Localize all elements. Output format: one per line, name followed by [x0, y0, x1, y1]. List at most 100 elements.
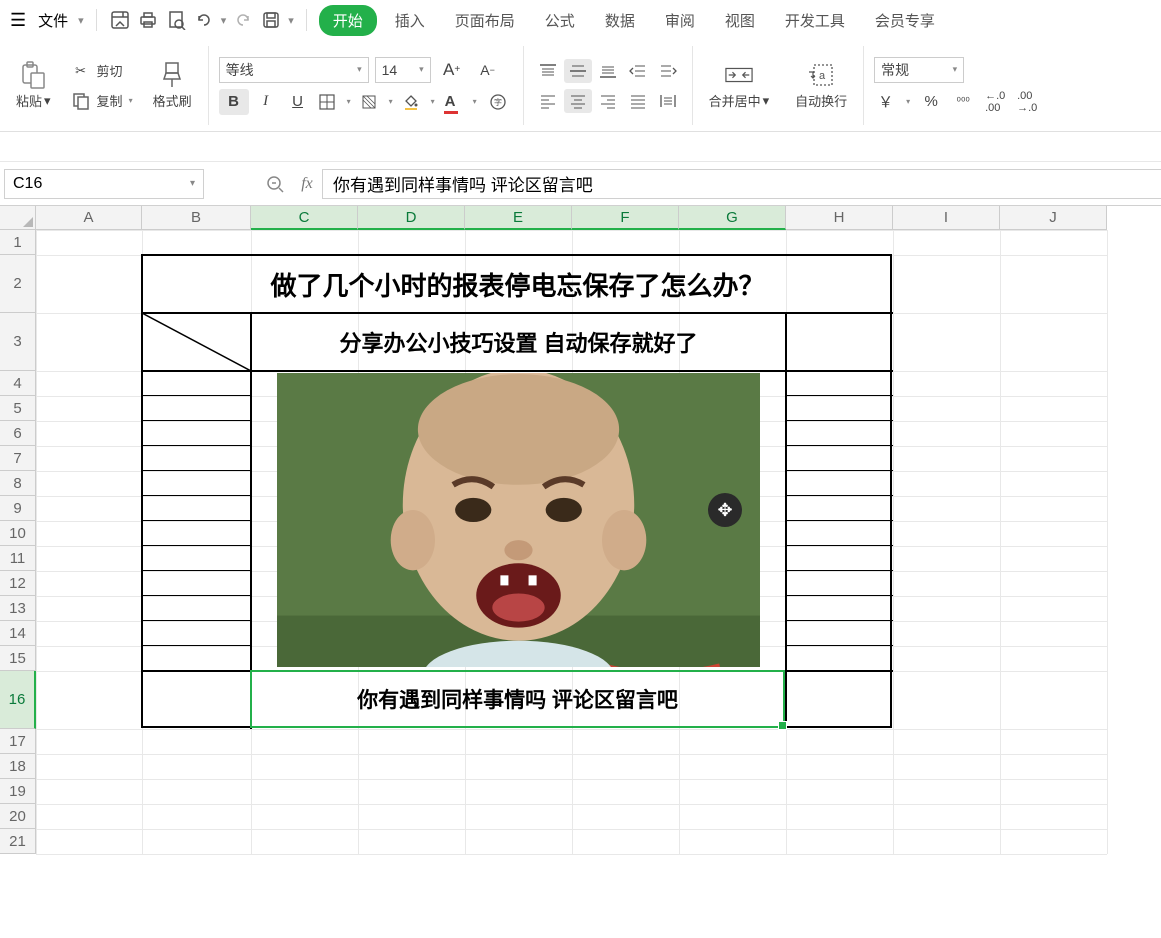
row-header-15[interactable]: 15	[0, 646, 36, 671]
tab-start[interactable]: 开始	[319, 5, 377, 36]
underline-button[interactable]: U	[283, 89, 313, 115]
hamburger-icon[interactable]: ☰	[8, 10, 28, 31]
row-header-9[interactable]: 9	[0, 496, 36, 521]
align-center-button[interactable]	[564, 89, 592, 113]
tab-review[interactable]: 审阅	[653, 5, 707, 36]
chevron-down-icon[interactable]: ▾	[221, 14, 227, 27]
name-box[interactable]: C16 ▾	[4, 169, 204, 199]
ribbon-merge: 合并居中▾ a 自动换行	[693, 40, 864, 131]
row-header-8[interactable]: 8	[0, 471, 36, 496]
font-color-button[interactable]: A▾	[441, 89, 481, 115]
row-header-19[interactable]: 19	[0, 779, 36, 804]
cut-button[interactable]: ✂剪切	[71, 61, 133, 81]
align-right-button[interactable]	[594, 89, 622, 113]
number-format-select[interactable]: 常规▾	[874, 57, 964, 83]
row-header-14[interactable]: 14	[0, 621, 36, 646]
decrease-indent-button[interactable]	[624, 59, 652, 83]
row-header-10[interactable]: 10	[0, 521, 36, 546]
percent-button[interactable]: %	[916, 89, 946, 115]
currency-button[interactable]: ￥▾	[874, 89, 914, 115]
row-header-2[interactable]: 2	[0, 255, 36, 313]
undo-icon[interactable]	[193, 9, 215, 31]
subtitle-cell[interactable]: 分享办公小技巧设置 自动保存就好了	[251, 313, 786, 371]
print-preview-icon[interactable]	[165, 9, 187, 31]
chevron-down-icon[interactable]: ▾	[190, 178, 195, 189]
justify-button[interactable]	[624, 89, 652, 113]
column-header-H[interactable]: H	[786, 206, 893, 230]
align-left-button[interactable]	[534, 89, 562, 113]
print-icon[interactable]	[137, 9, 159, 31]
chevron-down-icon: ▾	[431, 97, 435, 106]
file-menu[interactable]: 文件	[34, 10, 72, 31]
column-header-G[interactable]: G	[679, 206, 786, 230]
tab-vip[interactable]: 会员专享	[863, 5, 947, 36]
tab-view[interactable]: 视图	[713, 5, 767, 36]
font-family-select[interactable]: 等线▾	[219, 57, 369, 83]
row-header-6[interactable]: 6	[0, 421, 36, 446]
tab-data[interactable]: 数据	[593, 5, 647, 36]
paste-button[interactable]: 粘贴▾	[10, 57, 57, 114]
selected-cell[interactable]: 你有遇到同样事情吗 评论区留言吧	[250, 670, 785, 728]
row-header-4[interactable]: 4	[0, 371, 36, 396]
row-header-13[interactable]: 13	[0, 596, 36, 621]
wrap-text-button[interactable]: a 自动换行	[789, 57, 853, 114]
tab-layout[interactable]: 页面布局	[443, 5, 527, 36]
row-header-11[interactable]: 11	[0, 546, 36, 571]
fill-color-button[interactable]: ▾	[399, 89, 439, 115]
select-all-corner[interactable]	[0, 206, 36, 230]
redo-icon[interactable]	[232, 9, 254, 31]
embedded-image[interactable]: ✥	[277, 373, 760, 667]
column-header-J[interactable]: J	[1000, 206, 1107, 230]
tab-insert[interactable]: 插入	[383, 5, 437, 36]
column-header-I[interactable]: I	[893, 206, 1000, 230]
row-header-7[interactable]: 7	[0, 446, 36, 471]
fx-icon[interactable]: fx	[296, 173, 318, 195]
save-icon[interactable]	[109, 9, 131, 31]
column-header-E[interactable]: E	[465, 206, 572, 230]
row-header-5[interactable]: 5	[0, 396, 36, 421]
font-size-select[interactable]: 14▾	[375, 57, 431, 83]
font-family-value: 等线	[226, 60, 254, 80]
border-button[interactable]: ▾	[315, 89, 355, 115]
saveas-icon[interactable]	[260, 9, 282, 31]
row-header-21[interactable]: 21	[0, 829, 36, 854]
column-header-D[interactable]: D	[358, 206, 465, 230]
align-bottom-button[interactable]	[594, 59, 622, 83]
decrease-font-button[interactable]: A−	[473, 57, 503, 83]
increase-decimal-button[interactable]: ←.0.00	[980, 89, 1010, 115]
row-header-3[interactable]: 3	[0, 313, 36, 371]
title-cell[interactable]: 做了几个小时的报表停电忘保存了怎么办？	[142, 255, 893, 313]
chevron-down-icon[interactable]: ▾	[288, 14, 294, 27]
chevron-down-icon[interactable]: ▾	[78, 14, 84, 27]
increase-font-button[interactable]: A+	[437, 57, 467, 83]
format-painter-button[interactable]: 格式刷	[147, 57, 198, 114]
move-icon[interactable]: ✥	[708, 493, 742, 527]
row-header-16[interactable]: 16	[0, 671, 36, 729]
cancel-formula-icon[interactable]	[264, 173, 286, 195]
phonetic-button[interactable]: 字	[483, 89, 513, 115]
row-header-1[interactable]: 1	[0, 230, 36, 255]
bold-button[interactable]: B	[219, 89, 249, 115]
align-middle-button[interactable]	[564, 59, 592, 83]
fill-style-button[interactable]: ▾	[357, 89, 397, 115]
row-header-12[interactable]: 12	[0, 571, 36, 596]
align-top-button[interactable]	[534, 59, 562, 83]
merge-center-button[interactable]: 合并居中▾	[703, 57, 776, 114]
column-header-A[interactable]: A	[36, 206, 142, 230]
increase-indent-button[interactable]	[654, 59, 682, 83]
column-header-F[interactable]: F	[572, 206, 679, 230]
comma-button[interactable]: ⁰⁰⁰	[948, 89, 978, 115]
decrease-decimal-button[interactable]: .00→.0	[1012, 89, 1042, 115]
italic-button[interactable]: I	[251, 89, 281, 115]
column-header-B[interactable]: B	[142, 206, 251, 230]
distribute-button[interactable]	[654, 89, 682, 113]
formula-input[interactable]: 你有遇到同样事情吗 评论区留言吧	[322, 169, 1161, 199]
row-header-17[interactable]: 17	[0, 729, 36, 754]
column-header-C[interactable]: C	[251, 206, 358, 230]
row-header-20[interactable]: 20	[0, 804, 36, 829]
row-header-18[interactable]: 18	[0, 754, 36, 779]
tab-devtools[interactable]: 开发工具	[773, 5, 857, 36]
spreadsheet-grid[interactable]: ABCDEFGHIJ 12345678910111213141516171819…	[0, 206, 1161, 936]
copy-button[interactable]: 复制▾	[71, 91, 133, 111]
tab-formula[interactable]: 公式	[533, 5, 587, 36]
